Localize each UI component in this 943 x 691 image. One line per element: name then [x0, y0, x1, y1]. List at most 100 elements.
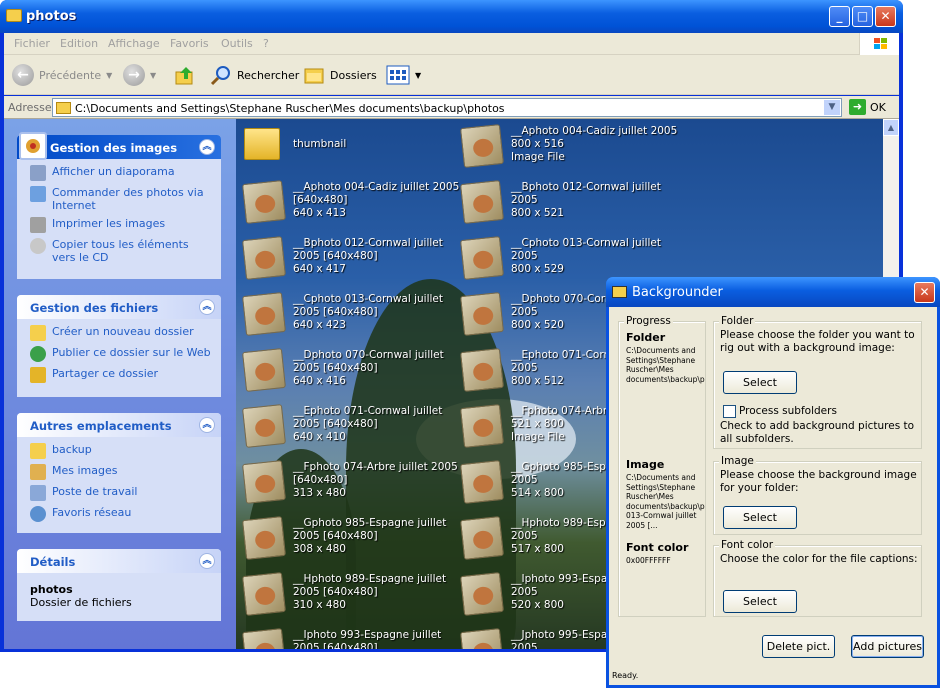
folder-item[interactable]: thumbnail — [236, 122, 454, 178]
menu-edition[interactable]: Edition — [60, 37, 98, 50]
scroll-up-button[interactable]: ▲ — [883, 119, 899, 136]
file-item[interactable]: __Bphoto 012-Cornwal juillet 2005 [640x4… — [236, 234, 454, 290]
file-caption: thumbnail — [293, 138, 347, 150]
collapse-icon[interactable]: ︽ — [199, 299, 215, 315]
chevron-down-icon: ▼ — [415, 70, 422, 80]
collapse-icon[interactable]: ︽ — [199, 139, 215, 155]
dialog-body: Progress Folder C:\Documents and Setting… — [609, 307, 937, 685]
progress-group: Progress Folder C:\Documents and Setting… — [618, 315, 706, 617]
task-copy-cd[interactable]: Copier tous les éléments vers le CD — [30, 238, 215, 264]
panel-header[interactable]: Autres emplacements ︽ — [17, 413, 221, 437]
back-button[interactable]: ← Précédente ▼ — [12, 63, 112, 87]
task-print[interactable]: Imprimer les images — [30, 217, 215, 233]
file-item[interactable]: __Iphoto 993-Espagne juillet 2005 [640x4… — [236, 626, 454, 649]
select-image-button[interactable]: Select — [723, 506, 797, 529]
place-my-computer[interactable]: Poste de travail — [30, 485, 215, 501]
address-value: C:\Documents and Settings\Stephane Rusch… — [75, 102, 505, 115]
folders-button[interactable]: Dossiers — [303, 63, 377, 87]
minimize-button[interactable]: _ — [829, 6, 850, 27]
file-caption: __Ephoto 071-Cornwal juillet 2005 [640x4… — [293, 405, 443, 443]
progress-color-value: 0x00FFFFFF — [626, 556, 671, 565]
panel-title: Autres emplacements — [30, 419, 172, 433]
menu-help[interactable]: ? — [263, 37, 269, 50]
file-caption: __Ephoto 071-Corn 2005 800 x 512 — [511, 349, 611, 387]
image-thumbnail-icon — [460, 236, 504, 280]
order-prints-icon — [30, 186, 46, 202]
file-item[interactable]: __Fphoto 074-Arbre juillet 2005 [640x480… — [236, 458, 458, 514]
panel-title: Gestion des images — [50, 141, 178, 155]
task-share[interactable]: Partager ce dossier — [30, 367, 215, 383]
select-folder-button[interactable]: Select — [723, 371, 797, 394]
window-title: photos — [26, 9, 77, 24]
task-new-folder[interactable]: Créer un nouveau dossier — [30, 325, 215, 341]
address-input[interactable]: C:\Documents and Settings\Stephane Rusch… — [52, 98, 842, 117]
file-item[interactable]: __Bphoto 012-Cornwal juillet 2005 800 x … — [454, 178, 672, 234]
up-folder-button[interactable] — [174, 63, 196, 87]
image-thumbnail-icon — [460, 460, 504, 504]
backgrounder-window: Backgrounder ✕ Progress Folder C:\Docume… — [606, 277, 940, 688]
file-item[interactable]: __Ephoto 071-Cornwal juillet 2005 [640x4… — [236, 402, 454, 458]
image-group: Image Please choose the background image… — [713, 455, 922, 535]
task-publish-web[interactable]: Publier ce dossier sur le Web — [30, 346, 215, 362]
dialog-close-button[interactable]: ✕ — [914, 282, 935, 303]
maximize-button[interactable]: □ — [852, 6, 873, 27]
search-icon — [210, 66, 230, 86]
go-button[interactable]: ➜ OK — [849, 99, 886, 115]
views-icon — [386, 65, 410, 85]
address-dropdown-button[interactable]: ▼ — [824, 100, 840, 115]
menu-outils[interactable]: Outils — [221, 37, 253, 50]
menu-bar: Fichier Edition Affichage Favoris Outils… — [4, 33, 899, 55]
forward-button[interactable]: → ▼ — [123, 63, 156, 87]
place-my-pictures[interactable]: Mes images — [30, 464, 215, 480]
task-label: Partager ce dossier — [52, 367, 159, 380]
menu-fichier[interactable]: Fichier — [14, 37, 50, 50]
title-bar[interactable]: photos _ □ ✕ — [0, 0, 903, 33]
file-item[interactable]: __Hphoto 989-Espagne juillet 2005 [640x4… — [236, 570, 454, 626]
group-legend: Folder — [719, 315, 756, 327]
dialog-title-bar[interactable]: Backgrounder ✕ — [606, 277, 940, 307]
folder-icon — [30, 443, 46, 459]
image-thumbnail-icon — [460, 404, 504, 448]
file-item[interactable]: __Gphoto 985-Espagne juillet 2005 [640x4… — [236, 514, 454, 570]
task-order-prints[interactable]: Commander des photos via Internet — [30, 186, 215, 212]
process-subfolders-label[interactable]: Process subfolders — [739, 405, 837, 418]
font-color-group: Font color Choose the color for the file… — [713, 539, 922, 617]
panel-header[interactable]: Gestion des fichiers ︽ — [17, 295, 221, 319]
views-button[interactable]: ▼ — [386, 63, 421, 87]
task-label: Afficher un diaporama — [52, 165, 175, 178]
image-thumbnail-icon — [460, 628, 504, 649]
folders-icon — [304, 68, 324, 84]
select-color-button[interactable]: Select — [723, 590, 797, 613]
progress-folder-label: Folder — [626, 331, 666, 344]
process-subfolders-checkbox[interactable] — [723, 405, 736, 418]
panel-header[interactable]: Détails ︽ — [17, 549, 221, 573]
close-button[interactable]: ✕ — [875, 6, 896, 27]
task-label: Commander des photos via Internet — [52, 186, 204, 212]
file-item[interactable]: __Aphoto 004-Cadiz juillet 2005 800 x 51… — [454, 122, 677, 178]
search-button[interactable]: Rechercher — [210, 63, 299, 87]
place-backup[interactable]: backup — [30, 443, 215, 459]
add-pictures-button[interactable]: Add pictures — [851, 635, 924, 658]
image-thumbnail-icon — [242, 180, 286, 224]
details-type: Dossier de fichiers — [30, 596, 132, 609]
address-label: Adresse — [8, 101, 52, 114]
image-thumbnail-icon — [242, 460, 286, 504]
place-label: Poste de travail — [52, 485, 138, 498]
file-item[interactable]: __Aphoto 004-Cadiz juillet 2005 [640x480… — [236, 178, 459, 234]
chevron-down-icon: ▼ — [150, 70, 157, 80]
delete-picture-button[interactable]: Delete pict. — [762, 635, 835, 658]
globe-icon — [30, 346, 46, 362]
details-name: photos — [30, 583, 73, 596]
image-thumbnail-icon — [242, 404, 286, 448]
panel-header[interactable]: Gestion des images ︽ — [17, 132, 221, 160]
file-caption: __Gphoto 985-Espagne juillet 2005 [640x4… — [293, 517, 447, 555]
task-slideshow[interactable]: Afficher un diaporama — [30, 165, 215, 181]
place-network[interactable]: Favoris réseau — [30, 506, 215, 522]
collapse-icon[interactable]: ︽ — [199, 417, 215, 433]
file-caption: __Fphoto 074-Arbre juillet 2005 [640x480… — [293, 461, 458, 499]
collapse-icon[interactable]: ︽ — [199, 553, 215, 569]
file-item[interactable]: __Dphoto 070-Cornwal juillet 2005 [640x4… — [236, 346, 454, 402]
menu-favoris[interactable]: Favoris — [170, 37, 209, 50]
file-item[interactable]: __Cphoto 013-Cornwal juillet 2005 [640x4… — [236, 290, 454, 346]
menu-affichage[interactable]: Affichage — [108, 37, 160, 50]
